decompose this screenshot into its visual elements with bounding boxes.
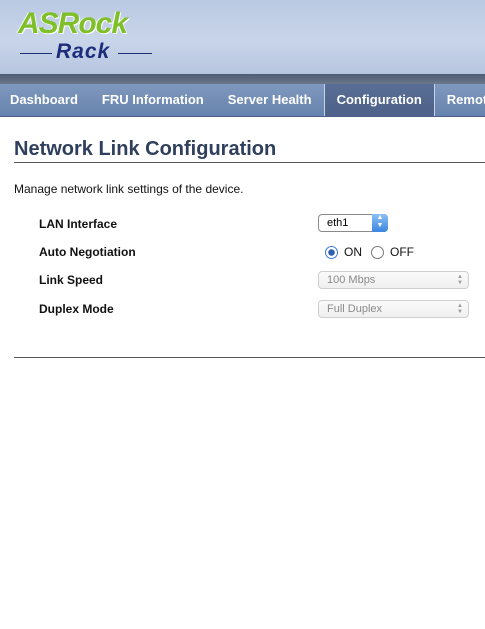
auto-negotiation-label: Auto Negotiation xyxy=(39,245,136,259)
auto-negotiation-on-label[interactable]: ON xyxy=(344,245,362,259)
auto-negotiation-off-radio[interactable] xyxy=(371,245,384,259)
auto-negotiation-on-option[interactable]: ON xyxy=(325,245,362,259)
nav-remote[interactable]: Remot xyxy=(435,84,485,116)
main-nav: Dashboard FRU Information Server Health … xyxy=(0,84,485,117)
nav-configuration[interactable]: Configuration xyxy=(323,84,435,116)
auto-negotiation-on-radio[interactable] xyxy=(325,245,338,259)
page-title: Network Link Configuration xyxy=(14,138,277,160)
select-stepper-icon: ▲ ▼ xyxy=(372,214,388,232)
header-divider-band xyxy=(0,74,485,84)
logo-top-text: ASRock xyxy=(18,7,128,40)
page-description: Manage network link settings of the devi… xyxy=(14,182,244,196)
link-speed-label: Link Speed xyxy=(39,273,104,287)
lan-interface-value: eth1 xyxy=(327,217,349,229)
nav-server-health[interactable]: Server Health xyxy=(216,84,324,116)
duplex-mode-select: Full Duplex ▲ ▼ xyxy=(318,300,469,318)
title-divider xyxy=(14,162,485,163)
auto-negotiation-off-label[interactable]: OFF xyxy=(390,245,414,259)
link-speed-value: 100 Mbps xyxy=(327,274,376,286)
select-stepper-icon: ▲ ▼ xyxy=(457,303,463,315)
header-banner: ASRock Rack xyxy=(0,0,485,74)
logo-line-left xyxy=(20,53,52,54)
nav-dashboard[interactable]: Dashboard xyxy=(0,84,90,116)
nav-fru-information[interactable]: FRU Information xyxy=(90,84,216,116)
lan-interface-label: LAN Interface xyxy=(39,217,118,231)
bottom-divider xyxy=(14,357,485,358)
lan-interface-select[interactable]: eth1 ▲ ▼ xyxy=(318,214,388,232)
auto-negotiation-off-option[interactable]: OFF xyxy=(371,245,414,259)
asrock-rack-logo: ASRock Rack xyxy=(18,8,158,66)
logo-bottom-text: Rack xyxy=(56,40,111,63)
duplex-mode-value: Full Duplex xyxy=(327,303,383,315)
logo-line-right xyxy=(118,53,152,54)
link-speed-select: 100 Mbps ▲ ▼ xyxy=(318,271,469,289)
select-stepper-icon: ▲ ▼ xyxy=(457,274,463,286)
duplex-mode-label: Duplex Mode xyxy=(39,302,114,316)
